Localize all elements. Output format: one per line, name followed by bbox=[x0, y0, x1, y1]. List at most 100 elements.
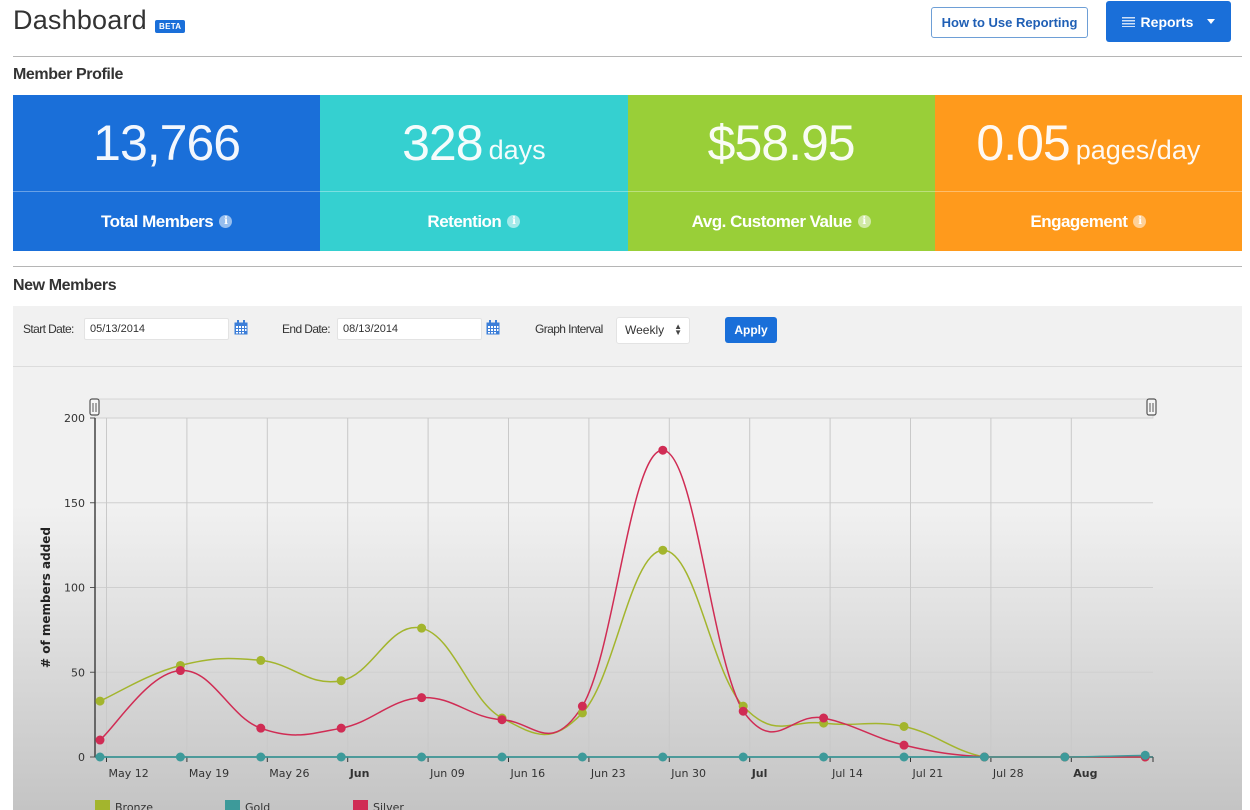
x-tick-label: May 26 bbox=[269, 767, 309, 780]
stat-label: Engagement bbox=[1030, 211, 1128, 231]
new-members-chart: 0 50 100 150 200 May 12 May 19 May 26 Jun Jun 09 J… bbox=[39, 398, 1157, 810]
range-handle-left bbox=[89, 398, 100, 416]
member-profile-stats: 13,766 Total Members i 328 days Retentio… bbox=[13, 95, 1242, 251]
graph-interval-label: Graph Interval bbox=[535, 322, 603, 336]
data-point-silver bbox=[175, 666, 185, 676]
data-point-bronze bbox=[95, 696, 105, 706]
x-tick-label: Jun 09 bbox=[429, 767, 465, 780]
stat-retention: 328 days Retention i bbox=[320, 95, 628, 251]
data-point-silver bbox=[417, 693, 427, 703]
data-point-silver bbox=[497, 715, 507, 725]
stat-value-box: 0.05 pages/day bbox=[934, 95, 1242, 192]
x-tick-label: Jun 30 bbox=[670, 767, 706, 780]
data-point-gold bbox=[979, 752, 989, 762]
x-tick-label: Jul bbox=[751, 767, 768, 780]
stat-unit: pages/day bbox=[1075, 134, 1201, 165]
stat-value: 13,766 bbox=[93, 115, 241, 171]
data-point-gold bbox=[497, 752, 507, 762]
legend-swatch-silver bbox=[353, 800, 368, 810]
info-icon[interactable]: i bbox=[219, 215, 233, 228]
data-point-gold bbox=[899, 752, 909, 762]
legend-label-silver: Silver bbox=[373, 801, 404, 810]
x-tick-label: May 19 bbox=[189, 767, 229, 780]
data-point-bronze bbox=[336, 676, 346, 686]
data-point-silver bbox=[899, 740, 909, 750]
stat-label-row: Retention i bbox=[320, 192, 627, 251]
beta-badge: BETA bbox=[155, 20, 186, 33]
stat-value: 0.05 bbox=[976, 115, 1070, 171]
x-tick-label: Aug bbox=[1073, 767, 1097, 780]
stat-unit: days bbox=[488, 134, 546, 165]
y-tick-label: 150 bbox=[64, 497, 85, 510]
page-title: Dashboard bbox=[13, 5, 147, 35]
legend-swatch-bronze bbox=[95, 800, 110, 810]
legend-swatch-gold bbox=[225, 800, 240, 810]
x-tick-label: May 12 bbox=[109, 767, 149, 780]
data-point-gold bbox=[738, 752, 748, 762]
data-point-bronze bbox=[417, 623, 427, 633]
range-handle-right bbox=[1146, 398, 1157, 416]
data-point-silver bbox=[577, 701, 587, 711]
data-point-gold bbox=[95, 752, 105, 762]
start-date-input[interactable]: 05/13/2014 bbox=[84, 318, 229, 340]
graph-interval-value: Weekly bbox=[625, 323, 665, 337]
stat-value-box: $58.95 bbox=[627, 95, 935, 192]
y-axis-label: # of members added bbox=[39, 527, 53, 668]
info-icon[interactable]: i bbox=[507, 215, 521, 228]
data-point-gold bbox=[1060, 752, 1070, 762]
stat-value-box: 13,766 bbox=[13, 95, 321, 192]
stat-label: Retention bbox=[427, 211, 502, 231]
data-point-silver bbox=[336, 723, 346, 733]
stat-label: Total Members bbox=[101, 211, 214, 231]
end-date-input[interactable]: 08/13/2014 bbox=[337, 318, 482, 340]
stat-value: $58.95 bbox=[707, 115, 856, 171]
new-members-title: New Members bbox=[13, 277, 117, 294]
y-tick-label: 100 bbox=[64, 582, 85, 595]
data-point-gold bbox=[256, 752, 266, 762]
stat-value-box: 328 days bbox=[320, 95, 628, 192]
data-point-silver bbox=[738, 706, 748, 716]
reports-label: Reports bbox=[1140, 13, 1194, 30]
legend-label-gold: Gold bbox=[245, 801, 270, 810]
stat-avg-customer-value: $58.95 Avg. Customer Value i bbox=[627, 95, 935, 251]
member-profile-title: Member Profile bbox=[13, 66, 123, 83]
data-point-gold bbox=[175, 752, 185, 762]
stat-label-row: Avg. Customer Value i bbox=[628, 192, 935, 251]
data-point-silver bbox=[658, 445, 668, 455]
stat-total-members: 13,766 Total Members i bbox=[13, 95, 321, 251]
reports-dropdown-button[interactable]: Reports bbox=[1106, 1, 1231, 42]
stat-label-row: Engagement i bbox=[935, 192, 1242, 251]
x-tick-label: Jul 28 bbox=[992, 767, 1024, 780]
data-point-gold bbox=[1140, 750, 1150, 760]
start-date-label: Start Date: bbox=[23, 322, 74, 336]
x-tick-label: Jun bbox=[349, 767, 370, 780]
stat-label: Avg. Customer Value bbox=[691, 211, 852, 231]
calendar-icon[interactable] bbox=[234, 320, 248, 335]
graph-interval-select[interactable]: Weekly ▲ ▼ bbox=[616, 317, 690, 344]
data-point-silver bbox=[819, 713, 829, 723]
end-date-label: End Date: bbox=[282, 322, 331, 336]
info-icon[interactable]: i bbox=[857, 215, 871, 228]
x-tick-label: Jun 16 bbox=[510, 767, 546, 780]
data-point-bronze bbox=[658, 545, 668, 555]
data-point-gold bbox=[819, 752, 829, 762]
new-members-panel: 0 50 100 150 200 May 12 May 19 May 26 Jun Jun 09 J… bbox=[13, 306, 1242, 810]
select-arrows-icon: ▲ ▼ bbox=[674, 322, 682, 337]
data-point-silver bbox=[95, 735, 105, 745]
data-point-silver bbox=[256, 723, 266, 733]
info-icon[interactable]: i bbox=[1133, 215, 1147, 228]
caret-down-icon bbox=[1207, 19, 1216, 24]
apply-button[interactable]: Apply bbox=[725, 317, 777, 343]
series-line-silver bbox=[99, 449, 1146, 758]
data-point-bronze bbox=[256, 655, 266, 665]
legend-label-bronze: Bronze bbox=[115, 801, 153, 810]
data-point-gold bbox=[658, 752, 668, 762]
calendar-icon[interactable] bbox=[486, 320, 500, 335]
x-tick-label: Jul 21 bbox=[912, 767, 944, 780]
data-point-bronze bbox=[899, 721, 909, 731]
y-tick-label: 0 bbox=[78, 751, 85, 764]
stat-label-row: Total Members i bbox=[13, 192, 320, 251]
how-to-use-reporting-button[interactable]: How to Use Reporting bbox=[931, 7, 1088, 38]
stat-engagement: 0.05 pages/day Engagement i bbox=[934, 95, 1242, 251]
data-point-gold bbox=[336, 752, 346, 762]
